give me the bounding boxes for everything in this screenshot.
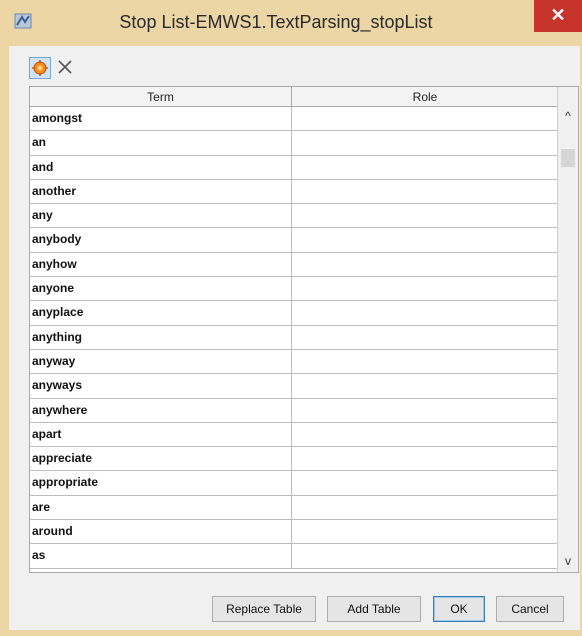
term-cell[interactable]: anybody (30, 228, 292, 252)
term-cell[interactable]: anyone (30, 277, 292, 301)
role-cell[interactable] (292, 350, 558, 373)
term-cell[interactable]: any (30, 204, 292, 228)
term-cell[interactable]: and (30, 155, 292, 179)
table-row[interactable]: appropriate (30, 471, 558, 496)
role-cell[interactable] (292, 180, 558, 203)
term-cell[interactable]: anything (30, 325, 292, 349)
table-row[interactable]: amongst (30, 107, 558, 132)
term-cell[interactable]: apart (30, 422, 292, 447)
role-cell[interactable] (292, 156, 558, 179)
table-row[interactable]: anybody (30, 228, 558, 253)
term-cell[interactable]: another (30, 179, 292, 204)
table-row[interactable]: anyhow (30, 252, 558, 278)
term-cell[interactable]: anyhow (30, 252, 292, 277)
role-cell[interactable] (292, 326, 558, 349)
table-header: Term Role (30, 87, 558, 107)
scroll-thumb[interactable] (561, 149, 575, 167)
term-cell[interactable]: anyplace (30, 301, 292, 325)
role-cell[interactable] (292, 204, 558, 227)
role-cell[interactable] (292, 131, 558, 154)
table-row[interactable]: anywhere (30, 398, 558, 423)
role-cell[interactable] (292, 107, 558, 130)
role-cell[interactable] (292, 277, 558, 300)
role-cell[interactable] (292, 544, 558, 567)
scroll-up-button[interactable]: ^ (558, 107, 578, 125)
role-cell[interactable] (292, 374, 558, 397)
ok-button[interactable]: OK (433, 596, 485, 622)
table-row[interactable]: appreciate (30, 447, 558, 472)
role-cell[interactable] (292, 301, 558, 324)
close-icon: ✕ (550, 5, 566, 25)
add-table-button[interactable]: Add Table (327, 596, 421, 622)
column-header-term[interactable]: Term (30, 87, 292, 106)
role-cell[interactable] (292, 471, 558, 494)
term-cell[interactable]: anywhere (30, 398, 292, 422)
role-cell[interactable] (292, 496, 558, 519)
vertical-scrollbar[interactable]: ^ v (557, 87, 578, 572)
add-row-button[interactable] (29, 57, 51, 79)
add-row-icon (32, 60, 48, 76)
role-cell[interactable] (292, 228, 558, 251)
table-row[interactable]: any (30, 204, 558, 229)
table-row[interactable]: are (30, 495, 558, 521)
term-cell[interactable]: as (30, 544, 292, 568)
table-body: amongst an and another any anybody anyho… (30, 107, 558, 569)
replace-table-button[interactable]: Replace Table (212, 596, 316, 622)
cancel-button[interactable]: Cancel (496, 596, 564, 622)
column-header-role[interactable]: Role (292, 87, 558, 106)
delete-icon (58, 60, 72, 74)
scroll-down-button[interactable]: v (558, 552, 578, 570)
role-cell[interactable] (292, 423, 558, 446)
term-cell[interactable]: are (30, 495, 292, 520)
window-title: Stop List-EMWS1.TextParsing_stopList (119, 12, 433, 32)
table-row[interactable]: anyone (30, 277, 558, 302)
table-row[interactable]: apart (30, 422, 558, 448)
term-cell[interactable]: appropriate (30, 471, 292, 495)
dialog-body: Term Role amongst an and another any any… (9, 46, 580, 630)
table-row[interactable]: and (30, 155, 558, 180)
role-cell[interactable] (292, 399, 558, 422)
table-row[interactable]: as (30, 544, 558, 569)
term-cell[interactable]: anyway (30, 349, 292, 374)
table-row[interactable]: anything (30, 325, 558, 350)
table-row[interactable]: an (30, 131, 558, 156)
close-button[interactable]: ✕ (534, 0, 582, 32)
term-cell[interactable]: around (30, 520, 292, 544)
table-row[interactable]: anyway (30, 349, 558, 375)
table-row[interactable]: anyways (30, 374, 558, 399)
term-cell[interactable]: amongst (30, 107, 292, 131)
stop-list-table: Term Role amongst an and another any any… (29, 86, 579, 573)
term-cell[interactable]: appreciate (30, 447, 292, 471)
term-cell[interactable]: an (30, 131, 292, 155)
role-cell[interactable] (292, 447, 558, 470)
role-cell[interactable] (292, 253, 558, 276)
term-cell[interactable]: anyways (30, 374, 292, 398)
table-row[interactable]: another (30, 179, 558, 205)
table-row[interactable]: around (30, 520, 558, 545)
chevron-up-icon: ^ (565, 109, 571, 123)
dialog-window: Stop List-EMWS1.TextParsing_stopList ✕ T… (0, 0, 582, 636)
role-cell[interactable] (292, 520, 558, 543)
chevron-down-icon: v (565, 554, 571, 568)
app-icon (12, 10, 34, 32)
table-row[interactable]: anyplace (30, 301, 558, 326)
title-bar[interactable]: Stop List-EMWS1.TextParsing_stopList ✕ (0, 0, 582, 46)
delete-row-button[interactable] (55, 57, 77, 79)
